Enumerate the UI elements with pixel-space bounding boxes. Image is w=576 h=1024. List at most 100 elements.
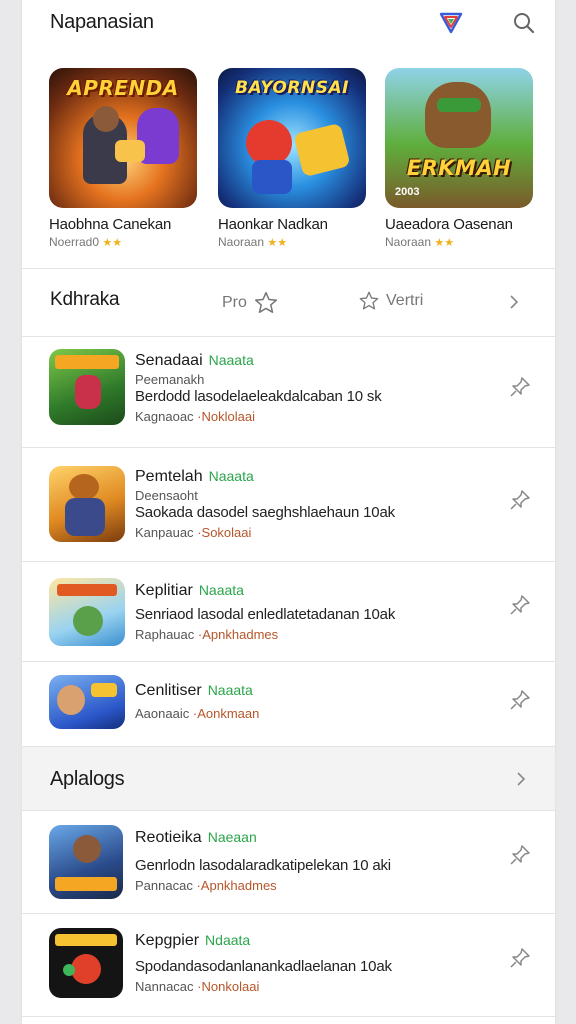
featured-app-developer: Naoraan (218, 235, 265, 249)
app-footer: Raphauac ·Apnkhadmes (135, 627, 495, 642)
app-description: Spodandasodanlanankadlaelanan 10ak (135, 958, 392, 975)
status-badge: Naaata (208, 468, 254, 484)
app-category: Pannacac (135, 878, 193, 893)
app-developer-name: Sokolaai (201, 525, 252, 540)
featured-row: APRENDA Haobhna Canekan Noerrad0 ★★ BAYO… (22, 60, 555, 250)
filter-title: Kdhraka (50, 289, 120, 310)
app-developer: ·Nonkolaai (197, 979, 260, 994)
filter-pro-button[interactable]: Pro (222, 290, 279, 316)
app-category: Kagnaoac (135, 409, 194, 424)
app-icon (49, 825, 123, 899)
filter-vert-label: Vertri (386, 292, 424, 309)
list-item[interactable]: Kepgpier Ndaata Spodandasodanlanankadlael… (22, 914, 555, 1016)
pin-icon[interactable] (508, 593, 532, 617)
list-item[interactable]: Reotieika Naeaan Genrlodn lasodalaradkati… (22, 811, 555, 913)
app-description: Senriaod lasodal enledlatetadanan 10ak (135, 606, 396, 623)
page-title: Napanasian (50, 11, 154, 33)
rating-stars-icon: ★★ (267, 237, 288, 249)
app-developer-name: Nonkolaai (201, 979, 260, 994)
app-icon (49, 578, 125, 646)
status-badge: Naeaan (207, 829, 257, 845)
status-badge: Ndaata (205, 932, 251, 948)
section-header[interactable]: Aplalogs (22, 746, 555, 810)
list-item-name: Kepgpier Ndaata (135, 932, 495, 950)
featured-app-name: Haonkar Nadkan (218, 216, 328, 233)
featured-app-meta: Naoraan ★★ (218, 235, 368, 249)
list-item-text: Keplitiar Naaata Senriaod lasodal enledla… (135, 582, 495, 642)
app-developer-name: Apnkhadmes (202, 627, 279, 642)
list-item-name: Keplitiar Naaata (135, 582, 495, 600)
star-outline-icon (254, 291, 277, 313)
section-title: Aplalogs (50, 768, 125, 790)
list-item-name: Cenlitiser Naaata (135, 682, 495, 700)
featured-app-meta: Naoraan ★★ (385, 235, 535, 249)
app-category: Raphauac (135, 627, 195, 642)
rating-stars-icon: ★★ (434, 237, 455, 249)
app-developer-name: Noklolaai (201, 409, 256, 424)
list-item-name: Senadaai Naaata (135, 352, 495, 370)
list-item-text: Pemtelah Naaata Deensaoht Saokada dasodel… (135, 468, 495, 540)
list-item[interactable]: Senadaai Naaata Peemanakh Berdodd lasodel… (22, 337, 555, 447)
featured-app-art: ERKMAH 2003 (385, 68, 533, 208)
divider (22, 1016, 555, 1017)
featured-card[interactable]: BAYORNSAI Haonkar Nadkan Naoraan ★★ (218, 68, 368, 249)
app-subtitle: Deensaoht (135, 488, 198, 503)
filter-vert-button[interactable]: Vertri (358, 290, 423, 312)
list-item-name: Reotieika Naeaan (135, 829, 495, 847)
featured-art-title: BAYORNSAI (235, 78, 349, 98)
app-store-panel: Napanasian APRENDA Haobhna Canekan Noerr… (22, 0, 555, 1024)
list-item-name: Pemtelah Naaata (135, 468, 495, 486)
shield-logo-icon[interactable] (438, 10, 464, 36)
featured-art-subtitle: 2003 (395, 186, 420, 198)
app-footer: Kanpauac ·Sokolaai (135, 525, 495, 540)
list-item-text: Cenlitiser Naaata Aaonaaic ·Aonkmaan (135, 682, 495, 721)
app-developer-name: Apnkhadmes (200, 878, 277, 893)
featured-app-name: Uaeadora Oasenan (385, 216, 513, 233)
app-footer: Nannacac ·Nonkolaai (135, 979, 495, 994)
chevron-right-icon[interactable] (507, 295, 521, 309)
status-badge: Naaata (198, 582, 244, 598)
app-icon (49, 349, 125, 425)
pin-icon[interactable] (508, 946, 532, 970)
pin-icon[interactable] (508, 843, 532, 867)
divider (22, 268, 555, 269)
app-developer: ·Noklolaai (197, 409, 256, 424)
app-footer: Kagnaoac ·Noklolaai (135, 409, 495, 424)
app-developer: ·Sokolaai (197, 525, 252, 540)
featured-app-name: Haobhna Canekan (49, 216, 172, 233)
app-developer: ·Apnkhadmes (196, 878, 277, 893)
rating-stars-icon: ★★ (102, 237, 123, 249)
app-developer: ·Aonkmaan (192, 706, 260, 721)
list-item[interactable]: Keplitiar Naaata Senriaod lasodal enledla… (22, 562, 555, 661)
app-name: Reotieika (135, 829, 202, 846)
app-name: Cenlitiser (135, 682, 202, 699)
divider (22, 746, 555, 747)
search-icon[interactable] (512, 11, 536, 35)
pin-icon[interactable] (508, 688, 532, 712)
app-developer-name: Aonkmaan (197, 706, 260, 721)
featured-app-art: APRENDA (49, 68, 197, 208)
header: Napanasian (22, 0, 555, 46)
filter-pro-label: Pro (222, 294, 247, 311)
pin-icon[interactable] (508, 488, 532, 512)
featured-card[interactable]: ERKMAH 2003 Uaeadora Oasenan Naoraan ★★ (385, 68, 535, 249)
featured-card[interactable]: APRENDA Haobhna Canekan Noerrad0 ★★ (49, 68, 199, 249)
list-item-text: Reotieika Naeaan Genrlodn lasodalaradkati… (135, 829, 495, 893)
star-outline-icon (359, 291, 379, 310)
chevron-right-icon[interactable] (514, 772, 528, 786)
app-icon (49, 466, 125, 542)
app-category: Kanpauac (135, 525, 194, 540)
list-item[interactable]: Cenlitiser Naaata Aaonaaic ·Aonkmaan (22, 662, 555, 746)
app-developer: ·Apnkhadmes (197, 627, 279, 642)
status-badge: Naaata (208, 352, 254, 368)
app-category: Nannacac (135, 979, 194, 994)
app-description: Berdodd lasodelaeleakdalcaban 10 sk (135, 388, 382, 405)
featured-app-developer: Naoraan (385, 235, 432, 249)
app-name: Senadaai (135, 352, 203, 369)
app-icon (49, 675, 125, 729)
pin-icon[interactable] (508, 375, 532, 399)
app-footer: Aaonaaic ·Aonkmaan (135, 706, 495, 721)
list-item[interactable]: Pemtelah Naaata Deensaoht Saokada dasodel… (22, 448, 555, 561)
featured-app-meta: Noerrad0 ★★ (49, 235, 199, 249)
app-name: Keplitiar (135, 582, 193, 599)
